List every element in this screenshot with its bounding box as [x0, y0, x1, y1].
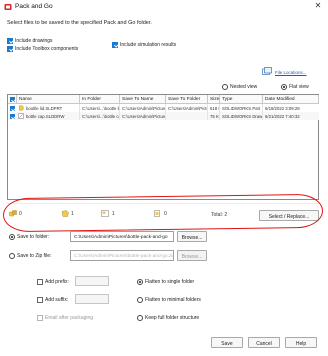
cell-name: bootlle lid.SLDPRT [24, 104, 80, 112]
browse-folder-button[interactable]: Browse... [177, 231, 207, 242]
add-prefix-label: Add prefix: [45, 279, 69, 285]
cell-save-to-folder[interactable]: C:\Users\Admin\Pictu [166, 104, 208, 112]
prefix-input[interactable] [75, 276, 109, 286]
column-header-name[interactable]: Name [17, 95, 80, 104]
email-after-packaging-checkbox[interactable] [37, 315, 43, 321]
cell-size: 75 KB [210, 112, 220, 120]
cell-save-to-folder[interactable] [166, 112, 208, 120]
column-header-save-to-folder[interactable]: Save To Folder [166, 95, 208, 104]
flatten-single-folder-label: Flatten to single folder [145, 279, 195, 285]
cell-size: 618 K [208, 104, 220, 112]
include-toolbox-checkbox[interactable] [7, 46, 13, 52]
keep-folder-structure-label: Keep full folder structure [145, 315, 200, 321]
add-suffix-checkbox[interactable] [37, 297, 43, 303]
flatten-minimal-folders-label: Flatten to minimal folders [145, 297, 201, 303]
column-header-in-folder[interactable]: In Folder [80, 95, 120, 104]
folder-path-input[interactable]: C:\Users\Admin\Pictures\bottle-pack-and-… [70, 231, 174, 242]
cell-type: SOLIDWORKS Drawing [222, 112, 263, 120]
add-suffix-label: Add suffix: [45, 297, 69, 303]
pack-and-go-icon [4, 4, 12, 10]
save-to-zip-radio[interactable] [9, 253, 15, 259]
suffix-input[interactable] [75, 294, 109, 304]
flat-view-radio[interactable] [281, 84, 287, 90]
annotation-highlight-oval [2, 193, 324, 233]
save-to-zip-label: Save to Zip file: [17, 253, 52, 259]
cell-in-folder: C:\Users\...\bootle lid.SLDPRT [82, 104, 120, 112]
row-checkbox[interactable] [9, 105, 15, 111]
select-all-checkbox[interactable] [9, 96, 15, 102]
file-locations-icon[interactable] [262, 67, 272, 76]
files-table: Name In Folder Save To Name Save To Fold… [7, 94, 319, 200]
cell-name: bottle cap.SLDDRW [24, 112, 80, 120]
flatten-minimal-folders-radio[interactable] [137, 297, 143, 303]
column-header-date-modified[interactable]: Date Modified [263, 95, 319, 104]
header-select-all[interactable] [8, 95, 17, 104]
instruction-text: Select files to be saved to the specifie… [7, 20, 152, 26]
include-drawings-checkbox[interactable] [7, 38, 13, 44]
browse-zip-button[interactable]: Browse... [177, 250, 207, 261]
column-header-type[interactable]: Type [220, 95, 263, 104]
file-locations-link[interactable]: File Locations... [275, 70, 307, 75]
include-simulation-label: Include simulation results [120, 42, 177, 48]
flatten-single-folder-radio[interactable] [137, 279, 143, 285]
nested-view-radio[interactable] [222, 84, 228, 90]
window-title: Pack and Go [15, 3, 53, 10]
help-button[interactable]: Help [285, 337, 317, 348]
column-header-size[interactable]: Size [208, 95, 220, 104]
close-button[interactable]: ✕ [313, 1, 323, 10]
add-prefix-checkbox[interactable] [37, 279, 43, 285]
include-toolbox-label: Include Toolbox components [15, 46, 79, 52]
cell-in-folder: C:\Users\...\bottle cap.SLDDRW [82, 112, 120, 120]
flat-view-label: Flat view [289, 84, 309, 90]
include-simulation-checkbox[interactable] [112, 42, 118, 48]
save-to-folder-radio[interactable] [9, 234, 15, 240]
cell-date-modified: 6/21/2022 7:40:32 [265, 113, 300, 119]
nested-view-label: Nested view [230, 84, 258, 90]
save-button[interactable]: Save [211, 337, 243, 348]
email-after-packaging-label: Email after packaging [45, 315, 94, 321]
save-to-folder-label: Save to folder: [17, 234, 50, 240]
cell-date-modified: 6/18/2022 3:09:28 [265, 105, 300, 111]
cell-save-to-name[interactable]: C:\Users\Admin\Pictures\bottl [120, 104, 166, 112]
cell-save-to-name[interactable]: C:\Users\Admin\Pictures [120, 112, 166, 120]
zip-path-input[interactable]: C:\Users\Admin\Pictures\bottle-pack-and-… [70, 250, 174, 261]
row-checkbox[interactable] [9, 113, 15, 119]
cancel-button[interactable]: Cancel [248, 337, 280, 348]
keep-folder-structure-radio[interactable] [137, 315, 143, 321]
include-drawings-label: Include drawings [15, 38, 53, 44]
column-header-save-to-name[interactable]: Save To Name [120, 95, 166, 104]
cell-type: SOLIDWORKS Part [220, 104, 263, 112]
